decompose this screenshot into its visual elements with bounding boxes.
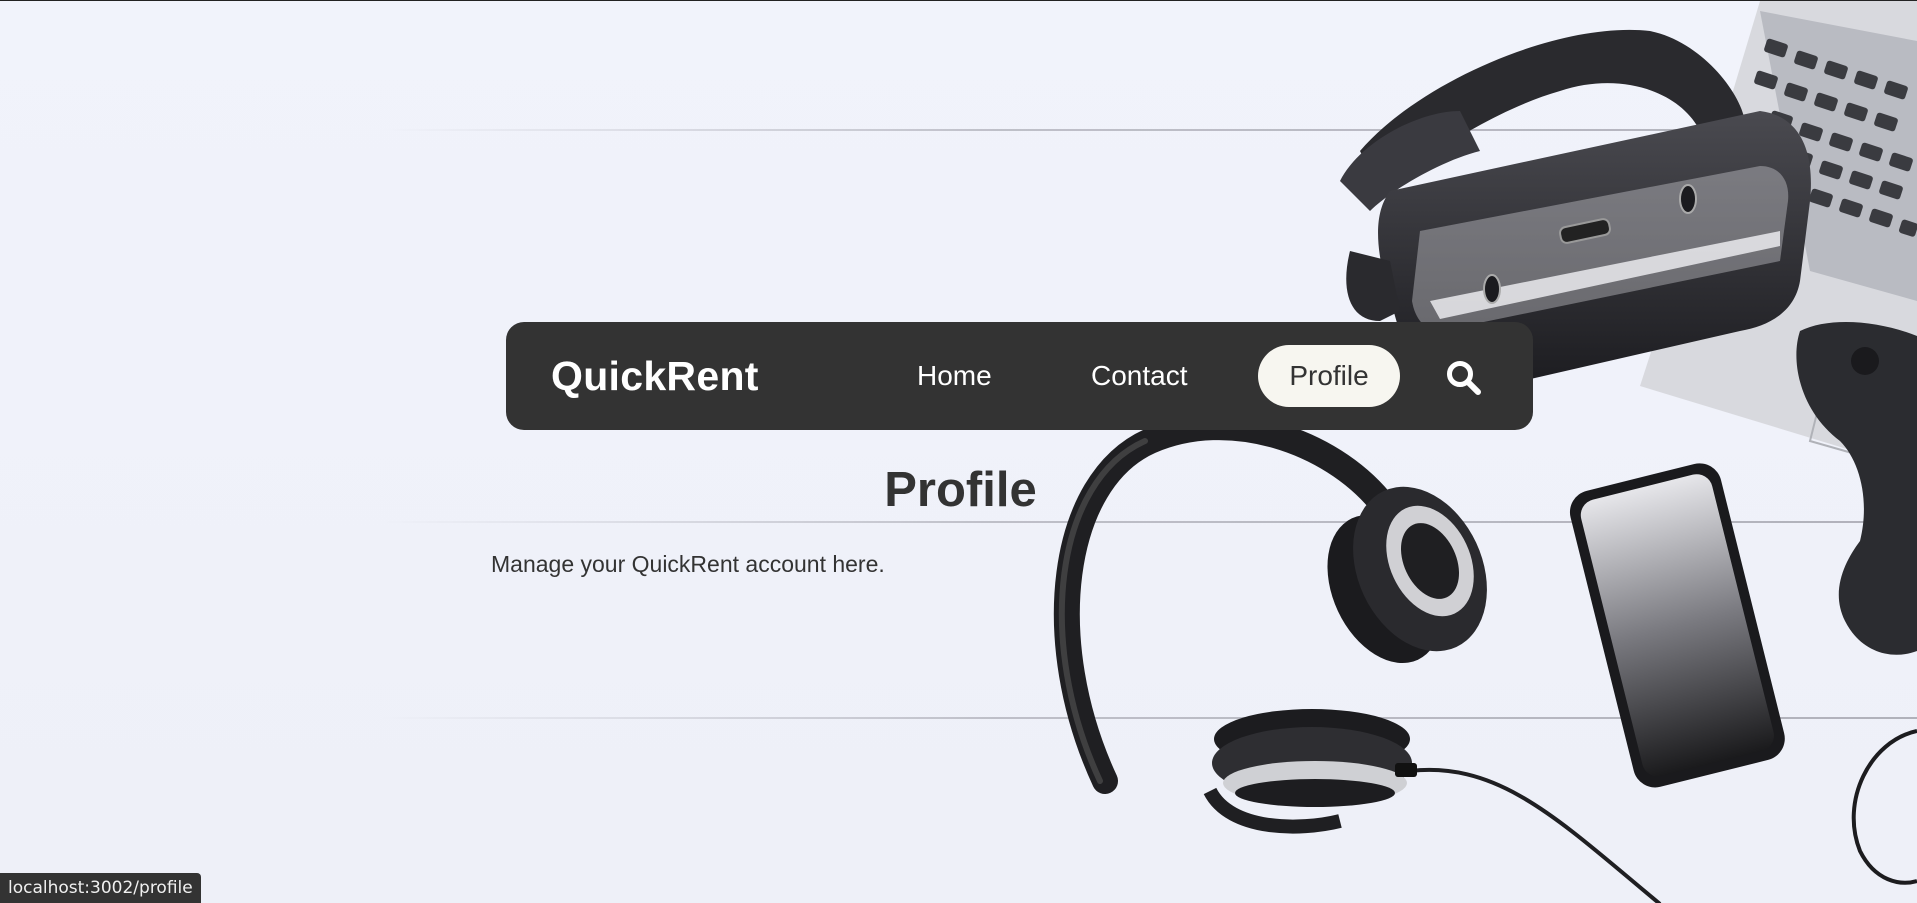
background-image <box>1053 1 1917 903</box>
page: QuickRent Home Contact Profile Profile M… <box>0 0 1917 903</box>
nav-link-home[interactable]: Home <box>917 359 992 393</box>
page-description: Manage your QuickRent account here. <box>491 551 885 577</box>
nav-link-profile[interactable]: Profile <box>1258 345 1400 407</box>
page-title: Profile <box>0 461 1917 519</box>
search-icon <box>1447 361 1481 395</box>
nav-link-contact[interactable]: Contact <box>1091 359 1188 393</box>
navbar: QuickRent Home Contact Profile <box>506 322 1533 430</box>
search-button[interactable] <box>1444 358 1484 398</box>
status-bar-url: localhost:3002/profile <box>0 873 201 903</box>
brand-logo[interactable]: QuickRent <box>551 352 759 400</box>
page-title-text: Profile <box>884 463 1037 517</box>
